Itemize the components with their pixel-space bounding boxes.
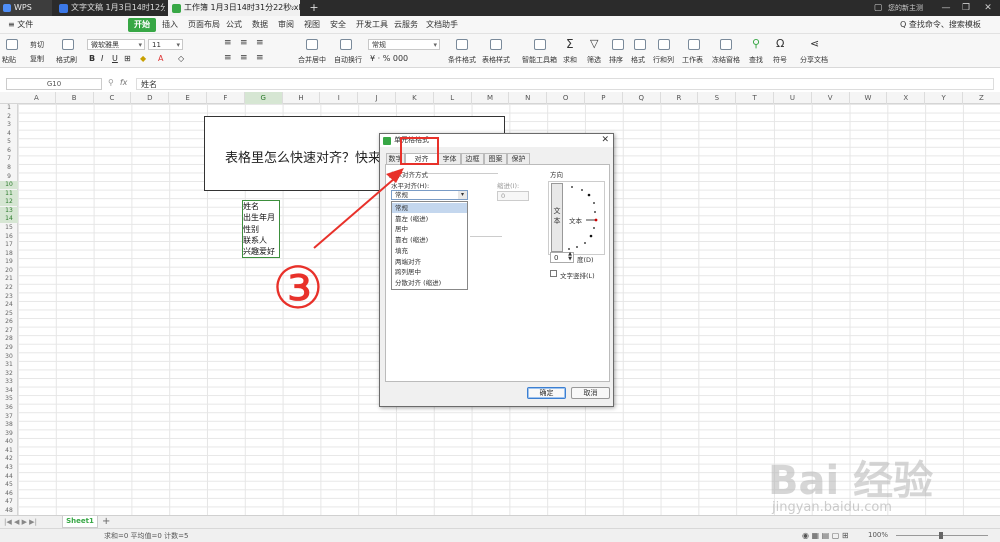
status-bar: 求和=0 平均值=0 计数=5 ◉ ▦ ▤ ▢ ⊞ 100% <box>0 528 1000 542</box>
annotation-arrow-line <box>313 171 403 249</box>
baidu-watermark: Bai 经验 <box>768 458 934 504</box>
add-sheet-button[interactable]: + <box>102 516 110 527</box>
annotation-step-number: ③ <box>272 254 324 322</box>
sheet-tab-bar: |◀ ◀ ▶ ▶| Sheet1 + <box>0 515 1000 528</box>
sheet-tab-sheet1[interactable]: Sheet1 <box>62 516 98 528</box>
view-mode-icons[interactable]: ◉ ▦ ▤ ▢ ⊞ <box>802 531 849 540</box>
status-stats: 求和=0 平均值=0 计数=5 <box>104 532 189 540</box>
sheet-nav-icon[interactable]: |◀ ◀ ▶ ▶| <box>4 518 37 526</box>
zoom-level[interactable]: 100% <box>868 531 888 539</box>
zoom-slider-thumb[interactable] <box>939 532 943 539</box>
annotation-arrowhead-icon <box>386 168 404 183</box>
baidu-watermark-url: jingyan.baidu.com <box>772 500 892 515</box>
